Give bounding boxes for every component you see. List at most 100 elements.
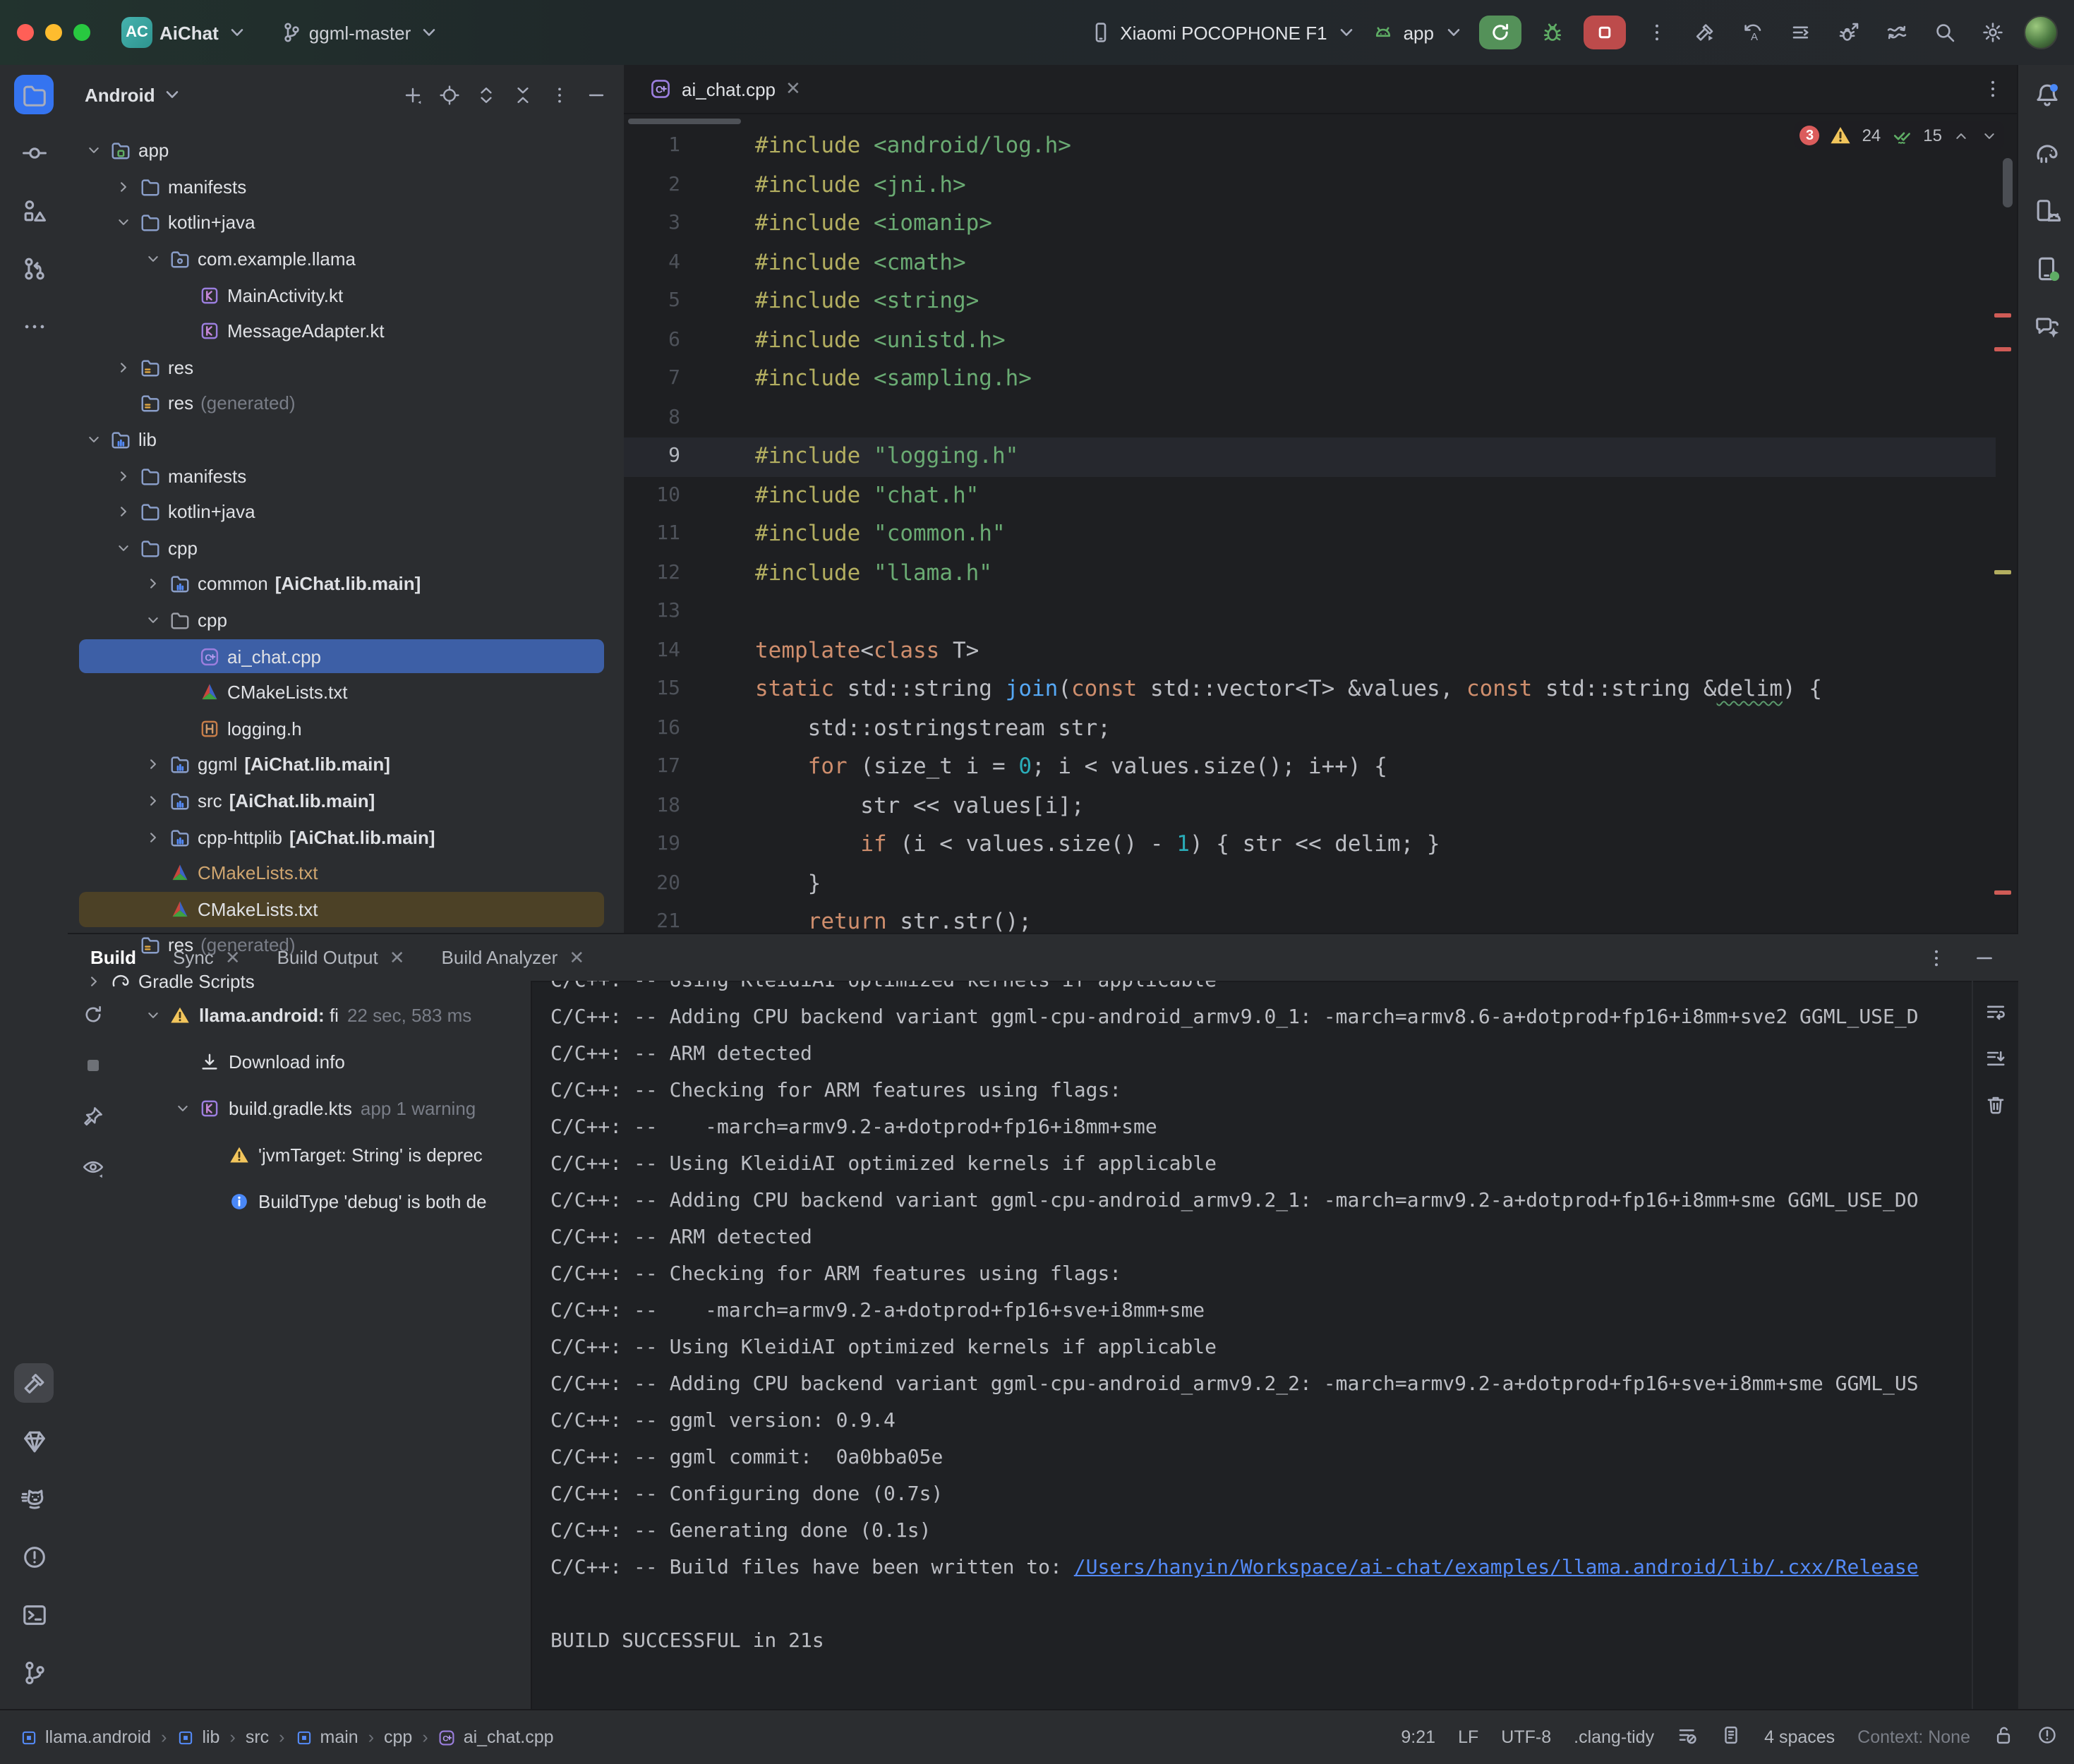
- stop-build-button[interactable]: [76, 1049, 110, 1082]
- collapse-all-button[interactable]: [505, 78, 539, 111]
- more-run-actions-button[interactable]: [1640, 16, 1674, 49]
- breadcrumb-item-src[interactable]: src: [246, 1727, 269, 1747]
- code-line-3[interactable]: 3#include <iomanip>: [624, 205, 1996, 243]
- editor-scrollbar[interactable]: [2003, 158, 2013, 207]
- attach-debugger-button[interactable]: [1832, 16, 1866, 49]
- code-line-18[interactable]: 18 str << values[i];: [624, 787, 1996, 826]
- project-view-selector[interactable]: Android: [85, 83, 183, 106]
- build-tree-item[interactable]: 'jvmTarget: String' is deprec: [119, 1132, 531, 1178]
- code-line-6[interactable]: 6#include <unistd.h>: [624, 321, 1996, 360]
- zoom-window-button[interactable]: [73, 24, 90, 41]
- chevron-down-icon[interactable]: [171, 1099, 195, 1118]
- tree-item-ai_chat.cpp[interactable]: Cai_chat.cpp: [68, 639, 624, 675]
- tree-item-ggml[interactable]: ggml[AiChat.lib.main]: [68, 747, 624, 783]
- editor-scroll-indicator[interactable]: [628, 119, 741, 124]
- error-stripe-mark[interactable]: [1994, 347, 2011, 351]
- device-selector[interactable]: Xiaomi POCOPHONE F1: [1089, 21, 1358, 44]
- tree-item-cpp[interactable]: cpp: [68, 530, 624, 566]
- build-tab-build-output[interactable]: Build Output✕: [277, 946, 405, 969]
- error-stripe-mark[interactable]: [1994, 313, 2011, 318]
- chevron-right-icon[interactable]: [82, 972, 106, 991]
- notifications-bell-tool-button[interactable]: [2027, 75, 2066, 114]
- inspection-widget[interactable]: 3 24 15: [1795, 121, 2004, 150]
- chevron-down-icon[interactable]: [82, 142, 106, 160]
- device-manager-tool-button[interactable]: [2027, 191, 2066, 230]
- gemini-chat-tool-button[interactable]: [2027, 306, 2066, 346]
- tree-item-cpp-httplib[interactable]: cpp-httplib[AiChat.lib.main]: [68, 819, 624, 855]
- tree-item-manifests[interactable]: manifests: [68, 458, 624, 494]
- chevron-down-icon[interactable]: [141, 611, 165, 629]
- build-output-path-link[interactable]: /Users/hanyin/Workspace/ai-chat/examples…: [1074, 1557, 1919, 1579]
- line-separator[interactable]: LF: [1458, 1727, 1478, 1747]
- build-hammer-button[interactable]: [1688, 16, 1722, 49]
- build-options-button[interactable]: [1919, 941, 1953, 974]
- chevron-right-icon[interactable]: [111, 358, 135, 377]
- code-line-14[interactable]: 14template<class T>: [624, 632, 1996, 670]
- gradle-elephant-tool-button[interactable]: [2027, 133, 2066, 172]
- prev-problem-icon[interactable]: [1952, 126, 1970, 145]
- structure-shapes-tool-button[interactable]: [14, 191, 54, 230]
- code-line-15[interactable]: 15static std::string join(const std::vec…: [624, 670, 1996, 709]
- run-configuration-selector[interactable]: app: [1373, 21, 1465, 44]
- code-line-8[interactable]: 8: [624, 399, 1996, 437]
- chevron-down-icon[interactable]: [111, 539, 135, 557]
- writable-lock-icon[interactable]: [1993, 1724, 2014, 1750]
- chevron-down-icon[interactable]: [141, 1006, 165, 1025]
- clear-all-trash-button[interactable]: [1979, 1088, 2013, 1122]
- terminal-tool-button[interactable]: [14, 1595, 54, 1634]
- tree-item-kotlin+java[interactable]: kotlin+java: [68, 494, 624, 530]
- editor-options-button[interactable]: [1976, 72, 2010, 106]
- close-tab-icon[interactable]: ✕: [569, 946, 584, 969]
- breadcrumb-item-lib[interactable]: lib: [176, 1727, 219, 1747]
- settings-button[interactable]: [1976, 16, 2010, 49]
- build-tree-item[interactable]: BuildType 'debug' is both de: [119, 1178, 531, 1225]
- stop-app-button[interactable]: [1584, 16, 1626, 49]
- pin-tab-button[interactable]: [76, 1099, 110, 1133]
- close-window-button[interactable]: [17, 24, 34, 41]
- code-line-4[interactable]: 4#include <cmath>: [624, 243, 1996, 282]
- code-line-17[interactable]: 17 for (size_t i = 0; i < values.size();…: [624, 748, 1996, 787]
- chevron-right-icon[interactable]: [111, 502, 135, 521]
- running-devices-tool-button[interactable]: [2027, 248, 2066, 288]
- search-button[interactable]: [1928, 16, 1962, 49]
- build-tab-build-analyzer[interactable]: Build Analyzer✕: [442, 946, 585, 969]
- profiler-lines-button[interactable]: [1784, 16, 1818, 49]
- error-stripe-mark[interactable]: [1994, 570, 2011, 574]
- code-editor[interactable]: 1#include <android/log.h>2#include <jni.…: [624, 127, 1996, 998]
- tree-item-logging.h[interactable]: logging.h: [68, 711, 624, 747]
- code-line-7[interactable]: 7#include <sampling.h>: [624, 360, 1996, 399]
- locate-target-button[interactable]: [432, 78, 466, 111]
- code-line-10[interactable]: 10#include "chat.h": [624, 476, 1996, 515]
- tree-item-CMakeLists.txt[interactable]: CMakeLists.txt: [68, 891, 624, 927]
- tree-item-manifests[interactable]: manifests: [68, 169, 624, 205]
- inspections-status-icon[interactable]: [2037, 1724, 2058, 1750]
- commit-tool-button[interactable]: [14, 133, 54, 172]
- scroll-to-end-button[interactable]: [1979, 1041, 2013, 1075]
- chevron-down-icon[interactable]: [141, 250, 165, 268]
- tree-item-src[interactable]: src[AiChat.lib.main]: [68, 783, 624, 818]
- file-encoding[interactable]: UTF-8: [1501, 1727, 1551, 1747]
- device-streaming-button[interactable]: [1880, 16, 1914, 49]
- tree-item-kotlin+java[interactable]: kotlin+java: [68, 205, 624, 241]
- logcat-cat-tool-button[interactable]: [14, 1479, 54, 1518]
- code-line-20[interactable]: 20 }: [624, 864, 1996, 903]
- user-avatar[interactable]: [2024, 16, 2058, 49]
- vcs-branch-widget[interactable]: ggml-master: [279, 21, 441, 44]
- error-stripe-mark[interactable]: [1994, 890, 2011, 895]
- code-line-5[interactable]: 5#include <string>: [624, 282, 1996, 321]
- indent-settings-icon[interactable]: [1720, 1724, 1742, 1750]
- chevron-right-icon[interactable]: [141, 828, 165, 846]
- tree-item-CMakeLists.txt[interactable]: CMakeLists.txt: [68, 855, 624, 891]
- problems-tool-button[interactable]: [14, 1537, 54, 1576]
- close-tab-icon[interactable]: ✕: [785, 78, 801, 100]
- more-ellipsis-tool-button[interactable]: [14, 306, 54, 346]
- clang-tidy[interactable]: .clang-tidy: [1574, 1727, 1654, 1747]
- code-line-2[interactable]: 2#include <jni.h>: [624, 166, 1996, 205]
- app-quality-insights-tool-button[interactable]: [14, 1421, 54, 1461]
- code-line-11[interactable]: 11#include "common.h": [624, 515, 1996, 554]
- project-widget[interactable]: AC AiChat: [121, 17, 248, 48]
- caret-position[interactable]: 9:21: [1401, 1727, 1435, 1747]
- breadcrumb-item-llama.android[interactable]: llama.android: [20, 1727, 151, 1747]
- build-console[interactable]: C/C++: -- Using KleidiAI optimized kerne…: [531, 981, 1973, 1764]
- tree-item-common[interactable]: common[AiChat.lib.main]: [68, 566, 624, 602]
